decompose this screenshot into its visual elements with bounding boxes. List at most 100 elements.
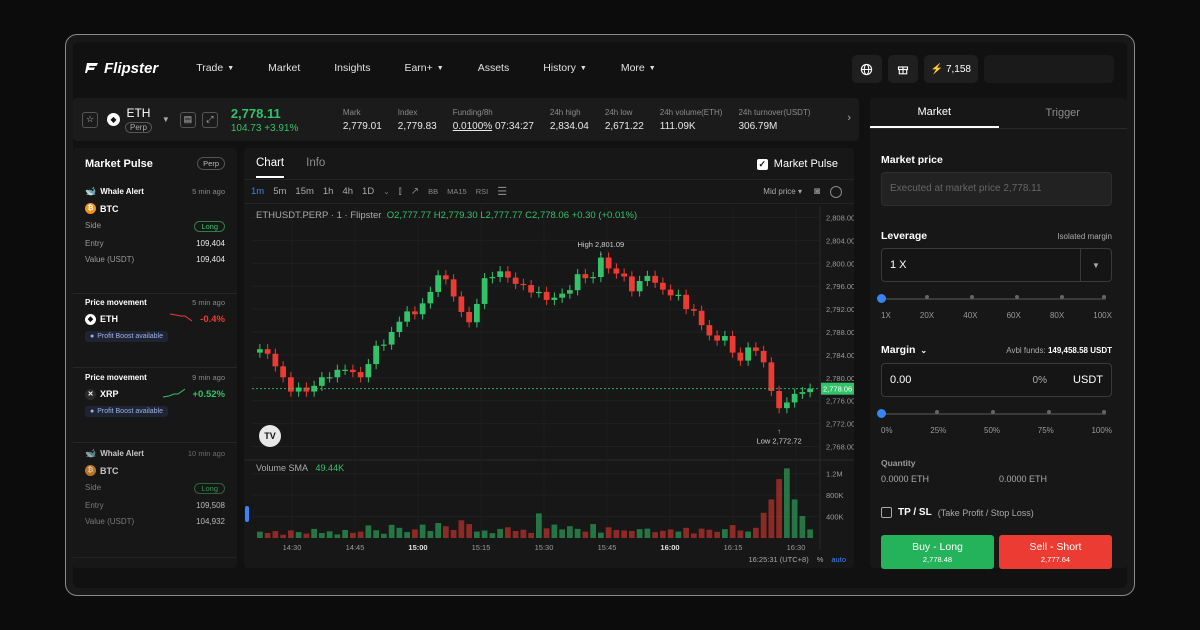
candle-body[interactable] <box>745 347 751 361</box>
candle-body[interactable] <box>605 257 612 269</box>
expand-icon[interactable]: ⤢ <box>201 111 218 128</box>
candle-body[interactable] <box>520 283 527 286</box>
candle-body[interactable] <box>760 350 767 363</box>
candle-body[interactable] <box>466 311 472 323</box>
interval-5m[interactable]: 5m <box>273 186 286 197</box>
candle-body[interactable] <box>288 377 294 392</box>
nav-item-trade[interactable]: Trade ▼ <box>196 62 234 74</box>
language-button[interactable] <box>851 55 882 83</box>
candle-body[interactable] <box>691 309 697 311</box>
document-icon[interactable]: ▤ <box>179 111 196 128</box>
candle-body[interactable] <box>574 274 581 291</box>
candle-body[interactable] <box>458 296 465 312</box>
margin-tick[interactable]: 0% <box>881 426 893 435</box>
chevron-down-icon[interactable]: ▼ <box>1080 249 1111 281</box>
leverage-tick[interactable]: 100X <box>1093 311 1112 320</box>
candle-body[interactable] <box>683 294 689 310</box>
candle-body[interactable] <box>590 277 596 279</box>
margin-slider[interactable] <box>877 409 1106 418</box>
rewards-button[interactable] <box>887 55 918 83</box>
candle-body[interactable] <box>489 277 496 279</box>
candle-body[interactable] <box>613 268 620 274</box>
candle-body[interactable] <box>598 257 604 278</box>
candle-body[interactable] <box>280 366 286 378</box>
candle-body[interactable] <box>675 294 682 296</box>
profit-boost-badge[interactable]: ● Profit Boost available <box>85 331 168 342</box>
candle-body[interactable] <box>295 387 302 392</box>
candle-body[interactable] <box>660 282 666 290</box>
pulse-card[interactable]: 🐋 Whale Alert 5 min ago ₿ BTC Side Long Entry 10… <box>73 186 237 294</box>
candle-body[interactable] <box>706 325 713 336</box>
margin-tick[interactable]: 100% <box>1091 426 1111 435</box>
indicator-chart-icon[interactable]: ↗ <box>411 186 419 197</box>
candle-body[interactable] <box>435 275 441 292</box>
candle-body[interactable] <box>768 362 775 391</box>
candle-body[interactable] <box>412 311 418 315</box>
candle-body[interactable] <box>799 392 806 394</box>
slider-knob[interactable] <box>877 294 886 303</box>
candle-body[interactable] <box>551 297 558 300</box>
candle-body[interactable] <box>450 279 457 297</box>
leverage-tick[interactable]: 1X <box>881 311 891 320</box>
nav-item-history[interactable]: History ▼ <box>543 62 587 74</box>
candle-body[interactable] <box>481 278 488 304</box>
candle-body[interactable] <box>791 393 798 403</box>
candle-body[interactable] <box>334 369 341 378</box>
candle-body[interactable] <box>807 388 813 393</box>
indicator-bb[interactable]: BB <box>428 187 438 196</box>
nav-item-market[interactable]: Market <box>268 62 300 74</box>
buy-long-button[interactable]: Buy - Long 2,778.48 <box>881 535 994 569</box>
candle-body[interactable] <box>512 277 519 284</box>
candle-body[interactable] <box>373 345 379 365</box>
leverage-tick[interactable]: 60X <box>1007 311 1021 320</box>
candle-body[interactable] <box>404 311 410 322</box>
candle-body[interactable] <box>427 291 434 304</box>
candle-body[interactable] <box>474 303 480 323</box>
tradingview-logo-icon[interactable]: TV <box>259 425 281 447</box>
candle-body[interactable] <box>629 276 635 292</box>
candle-body[interactable] <box>753 347 759 351</box>
candlestick-icon[interactable]: ⫾ <box>399 186 402 197</box>
interval-1h[interactable]: 1h <box>323 186 334 197</box>
candle-body[interactable] <box>652 275 658 283</box>
points-button[interactable]: ⚡ 7,158 <box>923 55 978 83</box>
candle-body[interactable] <box>667 289 674 296</box>
percent-toggle[interactable]: % <box>817 555 824 564</box>
candle-body[interactable] <box>319 377 325 386</box>
camera-icon[interactable]: ◙ <box>814 186 820 197</box>
leverage-select[interactable]: 1 X ▼ <box>881 248 1112 282</box>
candle-body[interactable] <box>714 335 720 341</box>
interval-15m[interactable]: 15m <box>295 186 313 197</box>
scroll-handle[interactable] <box>245 506 249 522</box>
tab-chart[interactable]: Chart <box>256 157 285 178</box>
margin-tick[interactable]: 75% <box>1038 426 1054 435</box>
margin-label-row[interactable]: Margin ⌄ <box>881 344 927 356</box>
candle-body[interactable] <box>388 332 395 345</box>
interval-1D[interactable]: 1D <box>362 186 374 197</box>
candle-body[interactable] <box>644 275 651 282</box>
candle-body[interactable] <box>536 291 542 294</box>
stat-value[interactable]: 0.0100% 07:34:27 <box>453 121 534 132</box>
list-icon[interactable]: ☰ <box>497 185 507 198</box>
sell-short-button[interactable]: Sell - Short 2,777.64 <box>999 535 1112 569</box>
tab-trigger[interactable]: Trigger <box>999 98 1128 128</box>
candle-body[interactable] <box>497 271 503 278</box>
nav-item-earn[interactable]: Earn+ ▼ <box>404 62 443 74</box>
settings-circle-icon[interactable] <box>830 185 842 198</box>
candle-body[interactable] <box>357 372 364 378</box>
margin-tick[interactable]: 50% <box>984 426 1000 435</box>
nav-item-assets[interactable]: Assets <box>478 62 510 74</box>
candle-body[interactable] <box>737 352 744 361</box>
candle-body[interactable] <box>396 321 403 332</box>
market-pulse-toggle[interactable]: ✓ Market Pulse <box>756 158 838 170</box>
leverage-tick[interactable]: 80X <box>1050 311 1064 320</box>
leverage-tick[interactable]: 40X <box>963 311 977 320</box>
candle-body[interactable] <box>636 281 643 292</box>
chevron-down-icon[interactable]: ▼ <box>162 115 170 124</box>
leverage-slider[interactable] <box>877 294 1106 303</box>
margin-tick[interactable]: 25% <box>930 426 946 435</box>
candle-body[interactable] <box>264 349 271 354</box>
profit-boost-badge[interactable]: ● Profit Boost available <box>85 406 168 417</box>
nav-item-more[interactable]: More ▼ <box>621 62 656 74</box>
interval-1m[interactable]: 1m <box>251 186 264 197</box>
